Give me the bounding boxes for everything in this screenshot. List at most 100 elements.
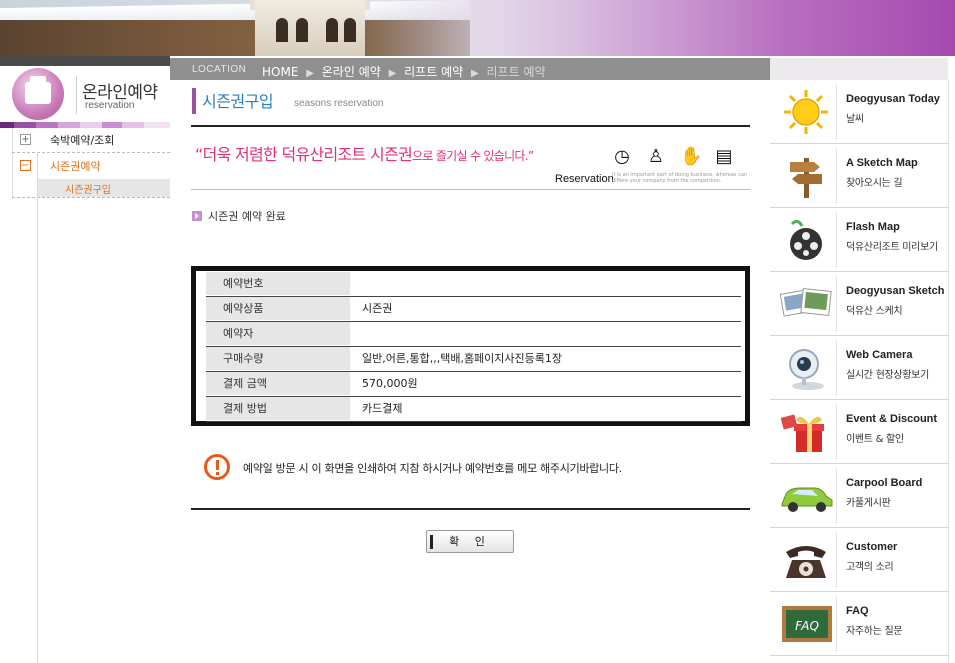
quick-menu-title: Carpool Board: [846, 477, 923, 489]
reservation-icon-body: [25, 82, 51, 104]
reservation-note: It is an important part of doing busines…: [612, 172, 748, 184]
banner-window: [326, 18, 338, 42]
content-rule-top: [191, 125, 750, 127]
notice-text: 예약일 방문 시 이 화면을 인쇄하여 지참 하시거나 예약번호를 메모 해주시…: [243, 462, 622, 475]
section-heading: 시즌권 예약 완료: [192, 208, 286, 224]
quick-menu-subtitle: 자주하는 질문: [846, 626, 903, 637]
table-row: 예약상품 시즌권: [206, 297, 741, 322]
quick-menu-subtitle: 덕유산리조트 미리보기: [846, 242, 938, 253]
quick-menu-subtitle: 이벤트 & 할인: [846, 434, 904, 445]
svg-text:FAQ: FAQ: [795, 619, 819, 633]
table-row: 구매수량 일반,어른,통합,,,택배,홈페이지사진등록1장: [206, 347, 741, 372]
quick-menu-subtitle: 카풀게시판: [846, 498, 891, 509]
gift-icon: [780, 414, 824, 452]
quick-menu-separator: [836, 596, 837, 652]
banner-fade: [360, 0, 500, 56]
table-row: 결제 금액 570,000원: [206, 372, 741, 397]
row-label: 결제 방법: [206, 397, 350, 421]
collapse-icon: −: [20, 160, 31, 171]
row-value: 일반,어른,통합,,,택배,홈페이지사진등록1장: [362, 352, 563, 365]
webcam-icon: [789, 349, 824, 390]
breadcrumb: HOME ▶ 온라인 예약 ▶ 리프트 예약 ▶ 리프트 예약: [262, 63, 546, 80]
row-value: 카드결제: [362, 402, 403, 415]
slogan: “더욱 저렴한 덕유산리조트 시즌권으로 즐기실 수 있습니다.”: [195, 141, 534, 165]
film-reel-icon: [790, 219, 822, 260]
quick-menu-item-flash-map[interactable]: Flash Map 덕유산리조트 미리보기: [770, 208, 949, 272]
breadcrumb-home[interactable]: HOME: [262, 65, 298, 79]
signpost-icon: [790, 158, 822, 198]
quick-menu-subtitle: 덕유산 스케치: [846, 306, 903, 317]
quick-menu-separator: [836, 276, 837, 332]
row-label: 예약자: [206, 322, 350, 346]
banner-window: [344, 18, 356, 42]
breadcrumb-separator-icon: ▶: [470, 68, 479, 79]
quick-menu-separator: [836, 468, 837, 524]
reservation-steps-icons: ◷ ♙ ✋ ▤: [612, 147, 734, 167]
confirm-button[interactable]: 확 인: [426, 530, 514, 553]
faq-board-icon: FAQ: [782, 606, 832, 642]
nav-item-season-pass-reservation[interactable]: − 시즌권예약: [12, 154, 170, 178]
expand-icon: +: [20, 134, 31, 145]
quick-menu-separator: [836, 212, 837, 268]
nav-divider: [12, 197, 170, 198]
sun-icon: [784, 90, 828, 134]
quick-menu-separator: [836, 148, 837, 204]
breadcrumb-separator-icon: ▶: [388, 68, 397, 79]
quick-menu-separator: [836, 84, 837, 140]
breadcrumb-current: 리프트 예약: [486, 65, 546, 79]
table-row: 예약자: [206, 322, 741, 347]
slogan-main: “더욱 저렴한 덕유산리조트 시즌권: [195, 145, 413, 164]
quick-menu-item-deogyusan-sketch[interactable]: Deogyusan Sketch 덕유산 스케치: [770, 272, 949, 336]
quick-menu-item-carpool-board[interactable]: Carpool Board 카풀게시판: [770, 464, 949, 528]
header-banner: [0, 0, 955, 56]
content-rule-bottom: [191, 508, 750, 510]
telephone-icon: [786, 546, 826, 578]
table-row: 예약번호: [206, 272, 741, 297]
leftnav-guide-line: [37, 152, 38, 663]
quick-menu-separator: [836, 532, 837, 588]
quick-menu-item-customer[interactable]: Customer 고객의 소리: [770, 528, 949, 592]
photos-icon: [779, 288, 832, 317]
row-label: 예약번호: [206, 272, 350, 296]
quick-menu-title: A Sketch Map: [846, 157, 918, 169]
quick-menu-title: Flash Map: [846, 221, 900, 233]
nav-item-label: 숙박예약/조회: [50, 134, 115, 147]
document-list-icon: ▤: [715, 146, 733, 167]
table-row: 결제 방법 카드결제: [206, 397, 741, 422]
quick-menu-separator: [836, 404, 837, 460]
quick-menu-title: Customer: [846, 541, 898, 553]
quick-menu-item-event-discount[interactable]: Event & Discount 이벤트 & 할인: [770, 400, 949, 464]
quick-menu-title: FAQ: [846, 605, 869, 617]
quick-menu-item-weather[interactable]: Deogyusan Today 날씨: [770, 80, 949, 144]
reservation-details-table: 예약번호 예약상품 시즌권 예약자 구매수량 일반,어른,통합,,,택배,홈페이…: [191, 266, 750, 426]
row-label: 결제 금액: [206, 372, 350, 396]
nav-item-label: 시즌권예약: [50, 160, 101, 173]
page-title-english: seasons reservation: [294, 98, 384, 109]
section-heading-text: 시즌권 예약 완료: [208, 210, 286, 223]
quick-menu-item-web-camera[interactable]: Web Camera 실시간 현장상황보기: [770, 336, 949, 400]
nav-subitem-label: 시즌권구입: [65, 185, 111, 196]
row-value: 570,000원: [362, 377, 418, 390]
breadcrumb-separator-icon: ▶: [306, 68, 314, 79]
location-label: LOCATION: [192, 64, 247, 75]
breadcrumb-lift-reservation[interactable]: 리프트 예약: [404, 65, 463, 79]
quick-menu-item-faq[interactable]: FAQ FAQ 자주하는 질문: [770, 592, 949, 656]
quick-menu-item-sketch-map[interactable]: A Sketch Map 찾아오시는 길: [770, 144, 949, 208]
nav-item-lodging-reservation[interactable]: + 숙박예약/조회: [12, 128, 170, 152]
exclamation-icon: [204, 454, 230, 480]
leftnav-title-divider: [76, 76, 77, 114]
location-bar-right: [770, 58, 948, 80]
row-value: 시즌권: [362, 302, 393, 315]
car-icon: [781, 487, 833, 512]
row-label: 예약상품: [206, 297, 350, 321]
quick-menu-separator: [836, 340, 837, 396]
nav-subitem-season-pass-purchase[interactable]: 시즌권구입: [38, 179, 170, 197]
banner-window: [276, 18, 288, 42]
section-bullet-icon: [192, 211, 202, 221]
content-rule-middle: [191, 189, 750, 190]
page-title-text: 시즌권구입: [202, 92, 274, 111]
breadcrumb-online-reservation[interactable]: 온라인 예약: [322, 65, 381, 79]
quick-menu-title: Deogyusan Sketch: [846, 285, 945, 297]
quick-menu-title: Event & Discount: [846, 413, 938, 425]
hands-icon: ✋: [680, 146, 703, 167]
